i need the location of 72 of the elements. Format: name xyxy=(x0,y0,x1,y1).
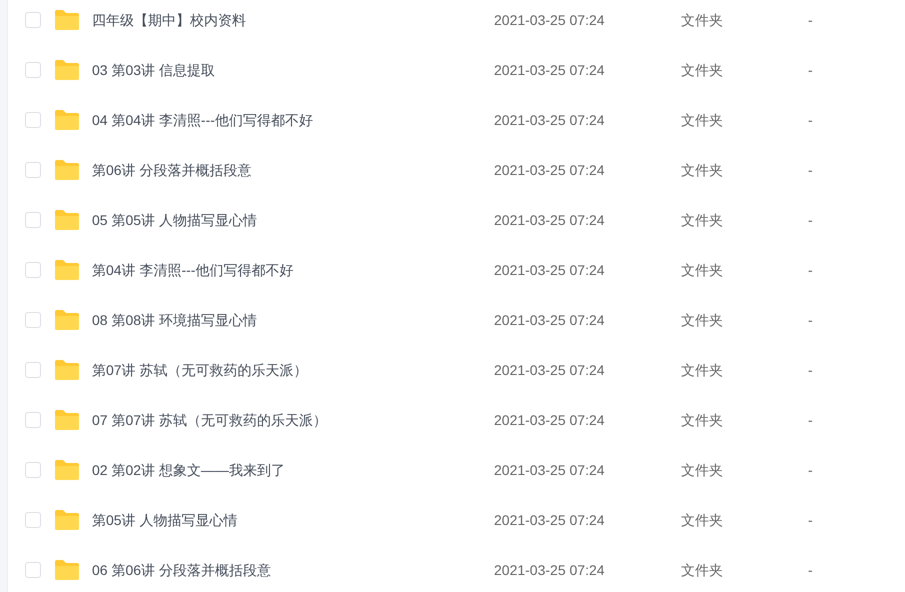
modified-date: 2021-03-25 07:24 xyxy=(494,162,605,178)
file-name[interactable]: 05 第05讲 人物描写显心情 xyxy=(92,212,257,228)
folder-icon xyxy=(54,160,80,180)
file-type: 文件夹 xyxy=(681,362,723,378)
file-name[interactable]: 四年级【期中】校内资料 xyxy=(92,12,246,28)
modified-date: 2021-03-25 07:24 xyxy=(494,212,605,228)
file-type: 文件夹 xyxy=(681,262,723,278)
file-type: 文件夹 xyxy=(681,62,723,78)
file-size: - xyxy=(808,212,813,228)
folder-icon xyxy=(54,510,80,530)
modified-date: 2021-03-25 07:24 xyxy=(494,262,605,278)
file-size: - xyxy=(808,512,813,528)
file-name[interactable]: 08 第08讲 环境描写显心情 xyxy=(92,312,257,328)
file-size: - xyxy=(808,462,813,478)
file-name[interactable]: 02 第02讲 想象文——我来到了 xyxy=(92,462,285,478)
folder-icon xyxy=(54,360,80,380)
file-size: - xyxy=(808,162,813,178)
folder-icon xyxy=(54,560,80,580)
file-name[interactable]: 06 第06讲 分段落并概括段意 xyxy=(92,562,271,578)
modified-date: 2021-03-25 07:24 xyxy=(494,62,605,78)
file-size: - xyxy=(808,112,813,128)
file-type: 文件夹 xyxy=(681,512,723,528)
checkbox[interactable] xyxy=(25,562,41,578)
folder-icon xyxy=(54,310,80,330)
file-type: 文件夹 xyxy=(681,312,723,328)
file-size: - xyxy=(808,412,813,428)
folder-icon xyxy=(54,410,80,430)
checkbox[interactable] xyxy=(25,112,41,128)
file-size: - xyxy=(808,312,813,328)
file-name[interactable]: 04 第04讲 李清照---他们写得都不好 xyxy=(92,112,313,128)
checkbox[interactable] xyxy=(25,362,41,378)
file-type: 文件夹 xyxy=(681,12,723,28)
modified-date: 2021-03-25 07:24 xyxy=(494,462,605,478)
checkbox[interactable] xyxy=(25,262,41,278)
file-name[interactable]: 第07讲 苏轼（无可救药的乐天派） xyxy=(92,362,308,378)
folder-icon xyxy=(54,210,80,230)
checkbox[interactable] xyxy=(25,412,41,428)
folder-icon xyxy=(54,60,80,80)
modified-date: 2021-03-25 07:24 xyxy=(494,312,605,328)
file-name[interactable]: 第04讲 李清照---他们写得都不好 xyxy=(92,262,294,278)
file-size: - xyxy=(808,562,813,578)
folder-icon xyxy=(54,460,80,480)
checkbox[interactable] xyxy=(25,12,41,28)
file-size: - xyxy=(808,262,813,278)
modified-date: 2021-03-25 07:24 xyxy=(494,112,605,128)
modified-date: 2021-03-25 07:24 xyxy=(494,512,605,528)
checkbox[interactable] xyxy=(25,462,41,478)
folder-icon xyxy=(54,110,80,130)
file-size: - xyxy=(808,62,813,78)
modified-date: 2021-03-25 07:24 xyxy=(494,12,605,28)
checkbox[interactable] xyxy=(25,62,41,78)
file-size: - xyxy=(808,362,813,378)
modified-date: 2021-03-25 07:24 xyxy=(494,362,605,378)
file-type: 文件夹 xyxy=(681,162,723,178)
folder-icon xyxy=(54,260,80,280)
checkbox[interactable] xyxy=(25,162,41,178)
file-name[interactable]: 第06讲 分段落并概括段意 xyxy=(92,162,252,178)
file-type: 文件夹 xyxy=(681,462,723,478)
file-type: 文件夹 xyxy=(681,112,723,128)
file-name[interactable]: 第05讲 人物描写显心情 xyxy=(92,512,238,528)
modified-date: 2021-03-25 07:24 xyxy=(494,412,605,428)
file-type: 文件夹 xyxy=(681,562,723,578)
file-name[interactable]: 07 第07讲 苏轼（无可救药的乐天派） xyxy=(92,412,327,428)
checkbox[interactable] xyxy=(25,512,41,528)
modified-date: 2021-03-25 07:24 xyxy=(494,562,605,578)
file-size: - xyxy=(808,12,813,28)
file-name[interactable]: 03 第03讲 信息提取 xyxy=(92,62,215,78)
checkbox[interactable] xyxy=(25,212,41,228)
file-type: 文件夹 xyxy=(681,212,723,228)
folder-icon xyxy=(54,10,80,30)
file-type: 文件夹 xyxy=(681,412,723,428)
checkbox[interactable] xyxy=(25,312,41,328)
